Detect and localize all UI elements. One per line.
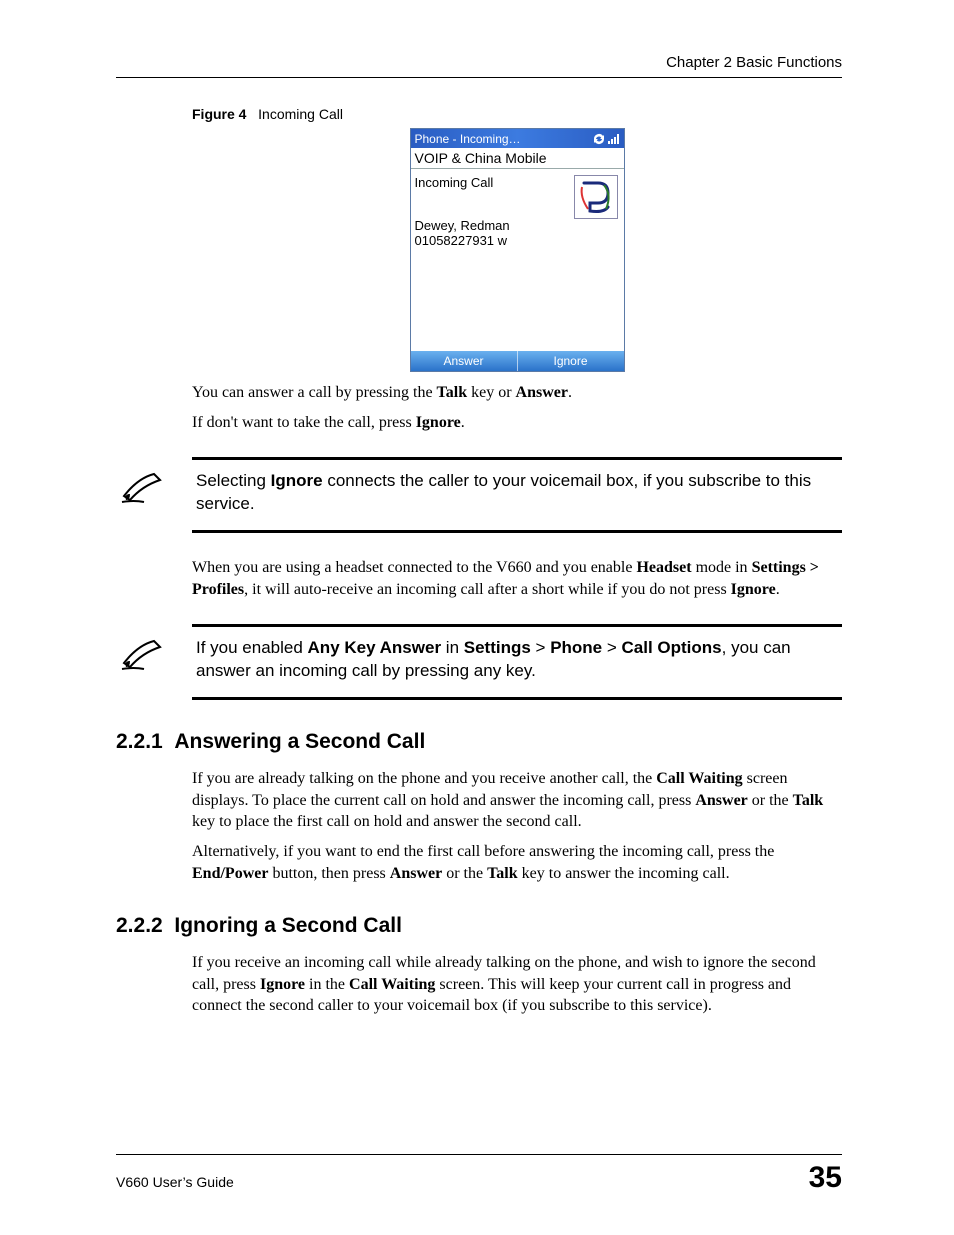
note-icon [120,470,166,504]
paragraph: When you are using a headset connected t… [192,557,842,600]
phone-body: Incoming Call Dewey, Redman 01058227931 … [411,169,624,351]
note-text: Selecting Ignore connects the caller to … [196,470,842,516]
phone-subtitle: VOIP & China Mobile [411,148,624,169]
caller-name: Dewey, Redman [415,218,620,233]
softkey-ignore[interactable]: Ignore [517,351,624,371]
note-block: If you enabled Any Key Answer in Setting… [116,624,842,700]
paragraph: Alternatively, if you want to end the fi… [192,841,842,884]
paragraph: If don't want to take the call, press Ig… [192,412,842,434]
chapter-header: Chapter 2 Basic Functions [116,54,842,71]
phone-titlebar: Phone - Incoming… [411,129,624,148]
softkey-bar: Answer Ignore [411,351,624,371]
caller-number: 01058227931 w [415,233,620,248]
note-text: If you enabled Any Key Answer in Setting… [196,637,842,683]
status-icons [592,133,620,145]
paragraph: You can answer a call by pressing the Ta… [192,382,842,404]
sync-icon [592,133,606,145]
signal-icon [608,133,620,145]
page-number: 35 [809,1161,842,1195]
note-block: Selecting Ignore connects the caller to … [116,457,842,533]
phone-screenshot: Phone - Incoming… VOIP & China Mobile In… [410,128,625,372]
section-heading: 2.2.2 Ignoring a Second Call [116,914,842,938]
softkey-answer[interactable]: Answer [411,351,517,371]
header-rule [116,77,842,78]
figure-caption: Figure 4 Incoming Call [192,106,842,122]
caller-avatar [574,175,618,219]
paragraph: If you are already talking on the phone … [192,768,842,833]
paragraph: If you receive an incoming call while al… [192,952,842,1017]
page-footer: V660 User’s Guide 35 [116,1154,842,1195]
phone-title-text: Phone - Incoming… [415,132,521,146]
guide-name: V660 User’s Guide [116,1174,234,1190]
section-heading: 2.2.1 Answering a Second Call [116,730,842,754]
note-icon [120,637,166,671]
